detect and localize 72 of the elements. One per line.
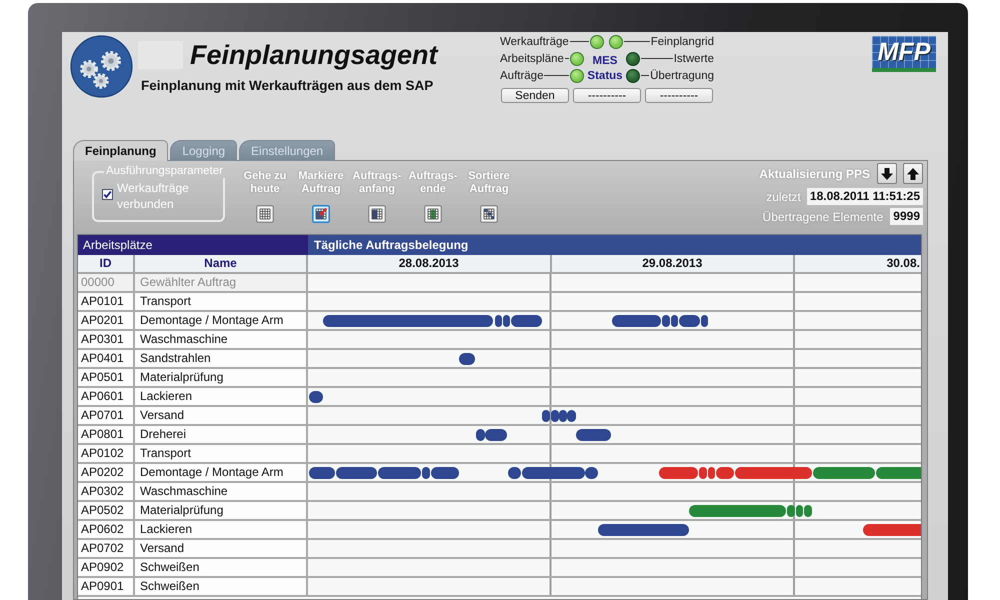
leader-line: [544, 75, 569, 76]
table-cell: 00000: [78, 274, 135, 291]
table-cell: AP0902: [78, 559, 135, 576]
indicator-label: Werkaufträge: [500, 34, 569, 48]
indicator-label: Arbeitspläne: [500, 52, 564, 66]
table-cell: AP0201: [78, 312, 135, 329]
toolbar-button[interactable]: Gehe zu heute: [237, 170, 293, 223]
table-cell: AP0102: [78, 445, 135, 462]
tab[interactable]: Einstellungen: [239, 140, 336, 161]
order-bar: [576, 428, 611, 440]
table-cell: AP0901: [78, 578, 135, 595]
up-arrow-button[interactable]: [903, 163, 923, 184]
table-cell: AP0601: [78, 388, 135, 405]
tab[interactable]: Feinplanung: [73, 140, 168, 161]
toolbar-button[interactable]: Auftrags- anfang: [349, 170, 405, 223]
tab[interactable]: Logging: [170, 140, 238, 161]
table-cell: AP0701: [78, 407, 135, 424]
leader-line: [624, 41, 650, 42]
status-label: Status: [586, 68, 624, 82]
count-label: Übertragene Elemente: [762, 210, 884, 224]
down-arrow-button[interactable]: [877, 163, 897, 184]
table-cell: AP0702: [78, 540, 135, 557]
toolbar-button[interactable]: Markiere Auftrag: [293, 170, 349, 223]
section-header: Arbeitsplätze: [78, 235, 308, 255]
date-header: 29.08.2013: [552, 255, 795, 272]
indicator-label: Aufträge: [500, 68, 544, 82]
date-header: 30.08.: [886, 255, 921, 272]
order-bar: [876, 466, 921, 478]
status-button[interactable]: ----------: [573, 88, 641, 103]
logo: MFP: [872, 36, 936, 72]
app-title: Feinplanungsagent: [190, 40, 438, 70]
status-label: MES: [592, 54, 618, 68]
table-cell: AP0801: [78, 426, 135, 443]
table-cell: AP0502: [78, 502, 135, 519]
indicator-label: Feinplangrid: [650, 34, 714, 48]
leader-line: [570, 41, 589, 42]
column-header: Name: [135, 255, 308, 272]
indicator-label: Istwerte: [674, 52, 714, 66]
toolbar-button[interactable]: Auftrags- ende: [405, 170, 461, 223]
indicator-label: Übertragung: [650, 68, 714, 82]
last-update-value: 18.08.2011 11:51:25: [806, 188, 923, 205]
column-header: ID: [78, 255, 135, 272]
group-title: Ausführungsparameter: [105, 165, 224, 178]
section-header: Tägliche Auftragsbelegung: [308, 235, 921, 255]
leader-line: [641, 58, 673, 59]
table-cell: AP0202: [78, 464, 135, 481]
checkbox-label[interactable]: Werkaufträge verbunden: [117, 180, 193, 212]
count-value: 9999: [890, 208, 923, 225]
gear-logo-icon: [70, 35, 133, 98]
down-arrow-icon: [880, 166, 894, 180]
toolbar-button[interactable]: Sortiere Auftrag: [461, 170, 517, 223]
table-cell: AP0501: [78, 369, 135, 386]
order-bar: [458, 352, 475, 364]
table-cell: AP0602: [78, 521, 135, 538]
table-cell: AP0301: [78, 331, 135, 348]
order-bar: [813, 466, 875, 478]
leader-line: [641, 75, 650, 76]
up-arrow-icon: [906, 166, 920, 180]
table-cell: AP0401: [78, 350, 135, 367]
order-bar: [308, 390, 323, 402]
status-button[interactable]: ----------: [645, 88, 713, 103]
status-button[interactable]: Senden: [501, 88, 569, 103]
update-title: Aktualisierung PPS: [759, 166, 870, 180]
table-cell: Gewählter Auftrag: [135, 274, 308, 291]
checkbox[interactable]: [102, 189, 113, 200]
order-bar: [863, 524, 921, 536]
table-cell: AP0302: [78, 483, 135, 500]
table-cell: AP0101: [78, 293, 135, 310]
date-header: 28.08.2013: [308, 255, 552, 272]
order-bar: [567, 410, 576, 422]
last-update-label: zuletzt: [766, 190, 801, 204]
app-subtitle: Feinplanung mit Werkaufträgen aus dem SAP: [140, 78, 434, 93]
